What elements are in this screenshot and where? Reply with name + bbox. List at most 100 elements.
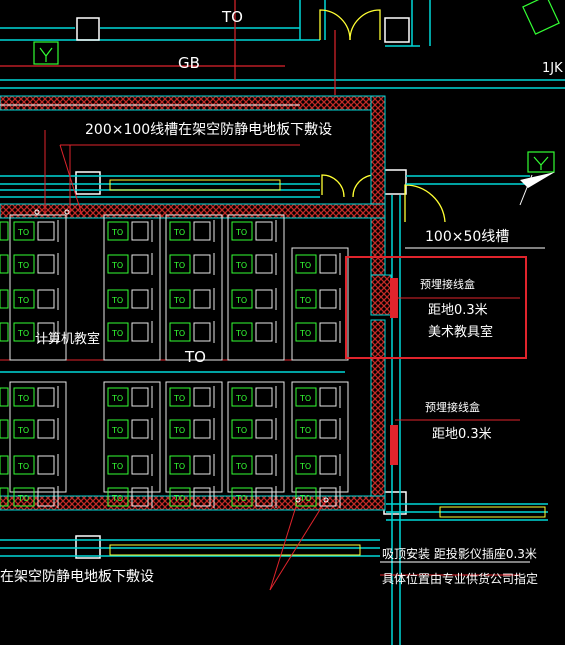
desk-partial (0, 455, 9, 475)
computer-workstation: TO (13, 253, 59, 275)
computer-workstation: TO (231, 454, 277, 476)
desk-partial (0, 254, 9, 274)
computer-workstation: TO (295, 418, 341, 440)
computer-workstation: TO (13, 288, 59, 310)
socket-symbol-icon (522, 0, 560, 173)
computer-workstation: TO (295, 321, 341, 343)
gb-label: GB (178, 54, 200, 72)
art-room-label: 美术教具室 (428, 325, 494, 340)
desk-tag: TO (17, 494, 29, 503)
desk-tag: TO (173, 228, 185, 237)
computer-workstation: TO (169, 321, 215, 343)
computer-workstation: TO (231, 288, 277, 310)
computer-workstation: TO (231, 220, 277, 242)
computer-desk-array: TO TO TO TO TO TO TO TO TO TO TO TO TO TO TO TO TO TO TO TO… (0, 209, 349, 508)
computer-workstation: TO (295, 253, 341, 275)
desk-tag: TO (299, 462, 311, 471)
desk-tag: TO (299, 494, 311, 503)
computer-workstation: TO (231, 386, 277, 408)
computer-workstation: TO (169, 386, 215, 408)
computer-workstation: TO (295, 386, 341, 408)
desk-tag: TO (111, 228, 123, 237)
desk-tag: TO (173, 462, 185, 471)
socket-symbol-icon (33, 41, 59, 65)
trunking-top-label: 200×100线槽在架空防静电地板下敷设 (85, 122, 333, 138)
desk-partial (0, 221, 9, 241)
desk-tag: TO (235, 394, 247, 403)
junction-box2-height: 距地0.3米 (432, 427, 492, 442)
desk-tag: TO (111, 426, 123, 435)
computer-workstation: TO (169, 418, 215, 440)
computer-workstation: TO (13, 220, 59, 242)
desk-tag: TO (235, 329, 247, 338)
desk-tag: TO (299, 394, 311, 403)
note-line-1: 吸顶安装 距投影仪插座0.3米 (382, 547, 537, 561)
desk-tag: TO (111, 261, 123, 270)
computer-workstation: TO (231, 321, 277, 343)
desk-tag: TO (235, 462, 247, 471)
projector-outlet-icon (520, 172, 555, 188)
desk-tag: TO (173, 426, 185, 435)
junction-box-icon (390, 425, 398, 465)
desk-tag: TO (235, 261, 247, 270)
desk-tag: TO (299, 329, 311, 338)
desk-partial (0, 289, 9, 309)
desk-tag: TO (111, 394, 123, 403)
desk-tag: TO (17, 261, 29, 270)
computer-workstation: TO (169, 454, 215, 476)
computer-workstation: TO (231, 418, 277, 440)
desk-tag: TO (17, 426, 29, 435)
trunking-bottom-label: 在架空防静电地板下敷设 (0, 569, 154, 585)
to-label-top: TO (222, 8, 243, 26)
computer-workstation: TO (13, 386, 59, 408)
raised-floor-border (0, 95, 392, 511)
desk-partial (0, 387, 9, 407)
desk-tag: TO (17, 228, 29, 237)
desk-tag: TO (17, 394, 29, 403)
to-label-mid: TO (185, 348, 206, 366)
computer-workstation: TO (295, 288, 341, 310)
computer-workstation: TO (107, 288, 153, 310)
desk-tag: TO (111, 494, 123, 503)
computer-workstation: TO (107, 418, 153, 440)
jk-label: 1JK (542, 61, 563, 76)
trunking-right-label: 100×50线槽 (425, 229, 510, 245)
desk-tag: TO (235, 296, 247, 305)
computer-workstation: TO (107, 321, 153, 343)
desk-tag: TO (173, 261, 185, 270)
computer-room-label: 计算机教室 (35, 332, 101, 347)
desk-tag: TO (235, 228, 247, 237)
desk-tag: TO (299, 296, 311, 305)
computer-workstation: TO (295, 454, 341, 476)
note-line-2: 具体位置由专业供货公司指定 (382, 572, 539, 586)
computer-workstation: TO (107, 386, 153, 408)
computer-workstation: TO (169, 288, 215, 310)
computer-workstation: TO (169, 220, 215, 242)
desk-tag: TO (17, 296, 29, 305)
desk-tag: TO (173, 296, 185, 305)
computer-workstation: TO (13, 418, 59, 440)
desk-tag: TO (173, 494, 185, 503)
computer-workstation: TO (107, 253, 153, 275)
desk-tag: TO (17, 329, 29, 338)
desk-tag: TO (299, 261, 311, 270)
desk-tag: TO (111, 462, 123, 471)
computer-workstation: TO (107, 220, 153, 242)
desk-tag: TO (173, 329, 185, 338)
desk-tag: TO (235, 494, 247, 503)
desk-partial (0, 419, 9, 439)
desk-tag: TO (299, 426, 311, 435)
desk-tag: TO (111, 296, 123, 305)
desk-tag: TO (235, 426, 247, 435)
desk-tag: TO (17, 462, 29, 471)
desk-tag: TO (173, 394, 185, 403)
computer-workstation: TO (169, 253, 215, 275)
desk-partial (0, 322, 9, 342)
top-wall-lines (0, 0, 565, 89)
computer-workstation: TO (231, 253, 277, 275)
desk-tag: TO (111, 329, 123, 338)
junction-box1-height: 距地0.3米 (428, 303, 488, 318)
junction-box2-title: 预埋接线盒 (425, 401, 480, 414)
computer-workstation: TO (13, 454, 59, 476)
computer-workstation: TO (107, 454, 153, 476)
